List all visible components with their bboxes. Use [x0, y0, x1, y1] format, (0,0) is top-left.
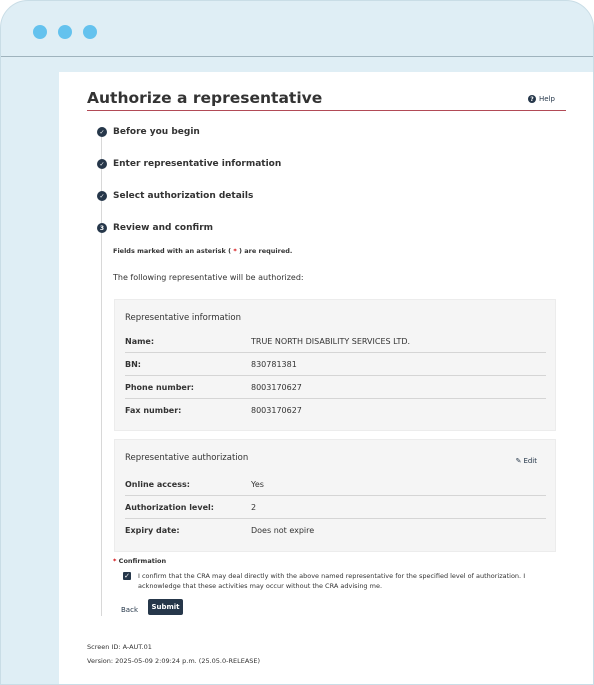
info-row-fax: Fax number: 8003170627: [125, 399, 546, 421]
confirmation-heading: * Confirmation: [113, 557, 166, 565]
title-underline: [87, 110, 566, 111]
row-label: Name:: [125, 336, 155, 346]
row-label: Fax number:: [125, 405, 182, 415]
window-dot-icon[interactable]: [58, 25, 72, 39]
step-before-you-begin[interactable]: ✓ Before you begin: [97, 127, 200, 137]
intro-text: The following representative will be aut…: [113, 273, 304, 282]
check-circle-icon: ✓: [97, 191, 107, 201]
row-value: Yes: [251, 479, 264, 489]
screen-id: Screen ID: A-AUT.01: [87, 643, 152, 651]
step-review-and-confirm: 3 Review and confirm: [97, 223, 213, 233]
row-label: Phone number:: [125, 382, 194, 392]
step-label: Enter representative information: [113, 159, 282, 169]
row-value: TRUE NORTH DISABILITY SERVICES LTD.: [251, 336, 411, 346]
row-label: Expiry date:: [125, 525, 180, 535]
auth-row-expiry: Expiry date: Does not expire: [125, 519, 546, 541]
submit-button[interactable]: Submit: [148, 599, 183, 615]
panel-heading: Representative authorization: [125, 453, 249, 463]
edit-link[interactable]: ✎ Edit: [516, 457, 537, 465]
main-content: Authorize a representative ? Help ✓ Befo…: [59, 72, 593, 684]
window-dot-icon[interactable]: [33, 25, 47, 39]
info-row-name: Name: TRUE NORTH DISABILITY SERVICES LTD…: [125, 330, 546, 353]
step-label: Before you begin: [113, 127, 200, 137]
row-label: Online access:: [125, 479, 190, 489]
confirmation-checkbox[interactable]: ✓: [123, 572, 131, 580]
question-circle-icon: ?: [528, 95, 537, 103]
row-value: 8003170627: [251, 405, 302, 415]
step-select-authorization-details[interactable]: ✓ Select authorization details: [97, 191, 253, 201]
version-info: Version: 2025-05-09 2:09:24 p.m. (25.05.…: [87, 657, 261, 665]
step-enter-representative-information[interactable]: ✓ Enter representative information: [97, 159, 281, 169]
step-number: 3: [97, 223, 107, 233]
window-title-bar: [1, 1, 593, 57]
row-value: 8003170627: [251, 382, 302, 392]
representative-authorization-panel: Representative authorization ✎ Edit Onli…: [114, 439, 556, 552]
window-dot-icon[interactable]: [83, 25, 97, 39]
page-title: Authorize a representative: [87, 89, 323, 107]
required-note-prefix: Fields marked with an asterisk (: [113, 247, 232, 255]
required-fields-note: Fields marked with an asterisk ( * ) are…: [113, 247, 292, 255]
required-star: *: [113, 557, 117, 565]
row-value: Does not expire: [251, 525, 315, 535]
checkmark-icon: ✓: [124, 572, 130, 580]
check-circle-icon: ✓: [97, 127, 107, 137]
info-row-phone: Phone number: 8003170627: [125, 376, 546, 399]
confirmation-text: I confirm that the CRA may deal directly…: [138, 572, 526, 590]
row-label: BN:: [125, 359, 141, 369]
back-button[interactable]: Back: [121, 602, 138, 618]
panel-heading: Representative information: [125, 313, 241, 323]
check-circle-icon: ✓: [97, 159, 107, 169]
confirmation-label: Confirmation: [118, 557, 167, 565]
row-value: 2: [251, 502, 257, 512]
browser-window: Authorize a representative ? Help ✓ Befo…: [0, 0, 594, 685]
auth-row-online-access: Online access: Yes: [125, 473, 546, 496]
stepper-line: [101, 136, 102, 616]
edit-label: Edit: [523, 457, 537, 465]
step-label: Select authorization details: [113, 191, 254, 201]
row-value: 830781381: [251, 359, 297, 369]
representative-information-panel: Representative information Name: TRUE NO…: [114, 299, 556, 431]
step-label: Review and confirm: [113, 223, 214, 233]
pencil-icon: ✎: [515, 457, 522, 465]
auth-row-level: Authorization level: 2: [125, 496, 546, 519]
info-row-bn: BN: 830781381: [125, 353, 546, 376]
required-note-suffix: ) are required.: [239, 247, 293, 255]
help-link[interactable]: ? Help: [528, 95, 555, 103]
required-star: *: [233, 247, 237, 255]
help-label: Help: [539, 95, 555, 103]
row-label: Authorization level:: [125, 502, 214, 512]
